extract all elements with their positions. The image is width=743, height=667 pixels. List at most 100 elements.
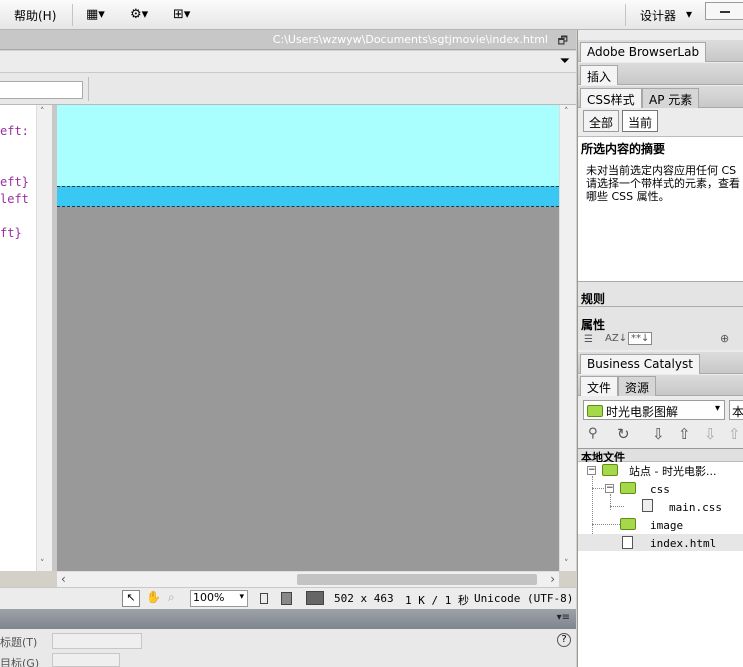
rules-section[interactable]: 规则 bbox=[578, 281, 743, 306]
title-input[interactable] bbox=[52, 633, 142, 649]
chevron-down-icon: ▾ bbox=[239, 592, 244, 602]
check-out-icon[interactable]: ⇩ bbox=[704, 425, 717, 443]
properties-panel-header[interactable]: ▾≡ bbox=[0, 609, 576, 629]
window-size[interactable]: 502 x 463 bbox=[334, 592, 394, 605]
folder-icon bbox=[587, 405, 603, 417]
current-button[interactable]: 当前 bbox=[622, 110, 659, 132]
properties-panel: 标题(T) 目标(G) ? bbox=[0, 629, 576, 667]
chevron-down-icon[interactable]: ▾ bbox=[686, 7, 692, 21]
files-toolbar: ⚲ ↻ ⇩ ⇧ ⇩ ⇧ bbox=[578, 423, 743, 447]
menu-help[interactable]: 帮助(H) bbox=[14, 7, 56, 24]
folder-icon bbox=[620, 482, 636, 494]
insert-panel-header[interactable]: 插入 bbox=[578, 63, 743, 85]
design-view[interactable] bbox=[57, 105, 559, 571]
tree-file-main-css[interactable]: main.css bbox=[669, 501, 722, 514]
menu-separator bbox=[625, 4, 626, 26]
link-icon[interactable]: ⊕ bbox=[720, 332, 729, 345]
folder-icon bbox=[602, 464, 618, 476]
refresh-icon[interactable]: ↻ bbox=[617, 425, 630, 443]
horizontal-scrollbar[interactable]: ‹ › bbox=[57, 571, 559, 587]
tab-business-catalyst[interactable]: Business Catalyst bbox=[580, 354, 700, 374]
nav-block[interactable] bbox=[57, 186, 559, 207]
folder-icon bbox=[620, 518, 636, 530]
tab-assets[interactable]: 资源 bbox=[618, 376, 657, 396]
tree-folder-css[interactable]: css bbox=[650, 483, 670, 496]
get-file-icon[interactable]: ⇩ bbox=[652, 425, 665, 443]
download-size: 1 K / 1 秒 bbox=[405, 594, 469, 607]
collapse-icon[interactable]: − bbox=[587, 466, 596, 475]
file-tree: − 站点 - 时光电影... − css main.css image inde… bbox=[578, 462, 743, 667]
code-line: ft} bbox=[0, 226, 22, 240]
chevron-down-icon: ▾ bbox=[714, 403, 720, 414]
connect-icon[interactable]: ⚲ bbox=[588, 426, 598, 441]
header-block[interactable] bbox=[57, 105, 559, 186]
scroll-down-icon[interactable]: ˅ bbox=[564, 559, 569, 569]
code-line: left bbox=[0, 192, 29, 206]
tree-folder-image[interactable]: image bbox=[650, 519, 683, 532]
scroll-up-icon[interactable]: ˄ bbox=[564, 107, 569, 117]
tab-css-styles[interactable]: CSS样式 bbox=[580, 88, 642, 108]
tablet-size-icon[interactable] bbox=[281, 592, 292, 605]
tab-files[interactable]: 文件 bbox=[580, 376, 619, 396]
design-vertical-scrollbar[interactable]: ˄ ˅ bbox=[559, 105, 576, 571]
address-bar bbox=[0, 73, 576, 105]
all-button[interactable]: 全部 bbox=[583, 110, 620, 132]
mobile-size-icon[interactable] bbox=[260, 593, 268, 604]
browserlab-panel-header[interactable]: Adobe BrowserLab bbox=[578, 40, 743, 62]
layout-icon[interactable]: ▦▾ bbox=[86, 7, 105, 23]
target-label: 目标(G) bbox=[0, 657, 40, 667]
local-files-header: 本地文件 bbox=[578, 448, 743, 464]
toolbar-filter-bar: ⏷ bbox=[0, 51, 576, 73]
code-vertical-scrollbar[interactable]: ˄ ˅ bbox=[36, 105, 52, 571]
site-structure-icon[interactable]: ⊞▾ bbox=[173, 7, 190, 23]
horizontal-scroll-thumb[interactable] bbox=[297, 574, 537, 585]
tree-file-index-html[interactable]: index.html bbox=[650, 537, 716, 550]
scroll-up-icon[interactable]: ˄ bbox=[40, 107, 45, 117]
code-line: eft: bbox=[0, 124, 29, 138]
summary-pane: 所选内容的摘要 未对当前选定内容应用任何 CS 请选择一个带样式的元素，查看 哪… bbox=[578, 136, 743, 281]
summary-line: 哪些 CSS 属性。 bbox=[586, 190, 670, 203]
scroll-down-icon[interactable]: ˅ bbox=[40, 559, 45, 569]
category-view-icon[interactable]: ☰ bbox=[584, 334, 593, 345]
summary-title: 所选内容的摘要 bbox=[581, 142, 666, 156]
zoom-select[interactable]: 100% ▾ bbox=[190, 590, 248, 607]
css-panel-header: CSS样式 AP 元素 bbox=[578, 86, 743, 108]
encoding: Unicode (UTF-8) bbox=[474, 592, 574, 605]
status-bar: ↖ ✋ ⌕ 100% ▾ 502 x 463 1 K / 1 秒 Unicode… bbox=[0, 587, 576, 609]
put-file-icon[interactable]: ⇧ bbox=[678, 425, 691, 443]
alpha-view-icon[interactable]: AZ↓ bbox=[605, 333, 627, 344]
workspace-switcher[interactable]: 设计器 bbox=[640, 7, 676, 24]
zoom-tool-icon[interactable]: ⌕ bbox=[168, 590, 175, 605]
view-select-value: 本 bbox=[732, 405, 743, 419]
menu-separator bbox=[72, 4, 73, 26]
tree-line bbox=[592, 488, 604, 489]
help-icon[interactable]: ? bbox=[557, 633, 571, 647]
view-select[interactable]: 本 bbox=[729, 400, 743, 420]
catalyst-panel-header[interactable]: Business Catalyst bbox=[578, 352, 743, 374]
tree-line bbox=[610, 506, 624, 507]
desktop-size-icon[interactable] bbox=[306, 591, 324, 605]
check-in-icon[interactable]: ⇧ bbox=[728, 425, 741, 443]
filter-icon[interactable]: ⏷ bbox=[560, 54, 570, 69]
gear-icon[interactable]: ⚙▾ bbox=[130, 7, 148, 23]
tab-ap-elements[interactable]: AP 元素 bbox=[642, 88, 700, 108]
tab-insert[interactable]: 插入 bbox=[580, 65, 619, 85]
set-properties-icon[interactable]: **↓ bbox=[628, 332, 653, 345]
collapse-icon[interactable]: − bbox=[605, 484, 614, 493]
tab-browserlab[interactable]: Adobe BrowserLab bbox=[580, 42, 707, 62]
select-tool-icon[interactable]: ↖ bbox=[122, 590, 140, 607]
restore-icon[interactable]: 🗗 bbox=[558, 32, 568, 51]
target-select[interactable] bbox=[52, 653, 120, 667]
scroll-right-icon[interactable]: › bbox=[550, 572, 555, 586]
properties-label: 属性 bbox=[581, 318, 606, 332]
tree-site-root[interactable]: 站点 - 时光电影... bbox=[629, 463, 716, 479]
address-input[interactable] bbox=[0, 81, 83, 99]
panel-menu-icon[interactable]: ▾≡ bbox=[557, 612, 570, 623]
minimize-button[interactable] bbox=[705, 2, 743, 20]
title-label: 标题(T) bbox=[0, 636, 38, 649]
site-select[interactable]: 时光电影图解 ▾ bbox=[583, 400, 725, 420]
scroll-left-icon[interactable]: ‹ bbox=[61, 572, 66, 586]
minimize-icon bbox=[720, 11, 730, 13]
code-line: eft} bbox=[0, 175, 29, 189]
hand-tool-icon[interactable]: ✋ bbox=[146, 590, 161, 604]
